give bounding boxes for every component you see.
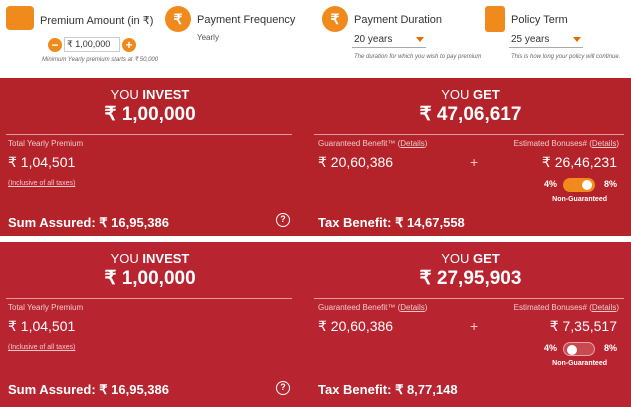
you-invest-label: YOU INVEST: [110, 87, 190, 102]
payment-duration-title: Payment Duration: [354, 14, 443, 26]
guaranteed-details-link[interactable]: Details: [400, 303, 424, 312]
calculator-controls: Premium Amount (in ₹) − + Minimum Yearly…: [0, 0, 631, 78]
policy-term-note: This is how long your policy will contin…: [511, 54, 621, 60]
tax-benefit: Tax Benefit: ₹ 14,67,558: [318, 215, 465, 230]
get-amount: ₹ 47,06,617: [419, 104, 522, 125]
bonus-rate-toggle: 4% 8%: [527, 342, 617, 356]
hand-money-icon: [6, 6, 34, 30]
chevron-down-icon: [416, 37, 424, 42]
chevron-down-icon: [573, 37, 581, 42]
result-panel-1: YOU INVEST ₹ 1,00,000 Total Yearly Premi…: [0, 78, 631, 236]
policy-term-select[interactable]: 25 years: [509, 32, 583, 48]
non-guaranteed-label: Non-Guaranteed: [552, 196, 607, 203]
rate-switch[interactable]: [563, 342, 595, 356]
plus-sign: +: [470, 318, 479, 334]
bonus-rate-toggle: 4% 8%: [527, 178, 617, 192]
rupee-hourglass-icon: ₹: [322, 6, 348, 32]
policy-term-title: Policy Term: [511, 14, 568, 26]
total-yearly-premium-value: ₹ 1,04,501: [8, 318, 76, 334]
premium-amount-input[interactable]: [64, 37, 120, 52]
you-invest-label: YOU INVEST: [110, 251, 190, 266]
inclusive-taxes-link[interactable]: (Inclusive of all taxes): [8, 344, 75, 351]
get-column: YOU GET ₹ 27,95,903 Guaranteed Benefit™ …: [310, 242, 631, 407]
sum-assured: Sum Assured: ₹ 16,95,386: [8, 382, 169, 397]
non-guaranteed-label: Non-Guaranteed: [552, 360, 607, 367]
divider: [314, 134, 624, 135]
total-yearly-premium-value: ₹ 1,04,501: [8, 154, 76, 170]
payment-frequency-title: Payment Frequency: [197, 14, 296, 26]
you-get-label: YOU GET: [441, 87, 500, 102]
payment-duration-select[interactable]: 20 years: [352, 32, 426, 48]
policy-term-value: 25 years: [511, 34, 550, 45]
premium-amount-title: Premium Amount (in ₹): [40, 15, 154, 27]
guaranteed-benefit-value: ₹ 20,60,386: [318, 318, 394, 334]
switch-knob: [582, 180, 592, 190]
premium-decrease-button[interactable]: −: [48, 38, 62, 52]
estimated-bonuses-value: ₹ 7,35,517: [549, 318, 617, 334]
info-icon[interactable]: ?: [276, 381, 290, 395]
bonus-details-link[interactable]: Details: [592, 139, 616, 148]
total-yearly-premium-label: Total Yearly Premium: [8, 303, 84, 312]
you-get-label: YOU GET: [441, 251, 500, 266]
divider: [6, 134, 292, 135]
estimated-bonuses-label: Estimated Bonuses# (Details): [513, 139, 619, 148]
estimated-bonuses-value: ₹ 26,46,231: [541, 154, 617, 170]
sum-assured: Sum Assured: ₹ 16,95,386: [8, 215, 169, 230]
invest-column: YOU INVEST ₹ 1,00,000 Total Yearly Premi…: [0, 242, 300, 407]
total-yearly-premium-label: Total Yearly Premium: [8, 139, 84, 148]
get-column: YOU GET ₹ 47,06,617 Guaranteed Benefit™ …: [310, 78, 631, 236]
payment-duration-value: 20 years: [354, 34, 393, 45]
plus-sign: +: [470, 154, 479, 170]
premium-min-note: Minimum Yearly premium starts at ₹ 50,00…: [42, 57, 159, 63]
estimated-bonuses-label: Estimated Bonuses# (Details): [513, 303, 619, 312]
guaranteed-benefit-value: ₹ 20,60,386: [318, 154, 394, 170]
rate-high-label: 8%: [603, 343, 617, 353]
rate-switch[interactable]: [563, 178, 595, 192]
invest-amount: ₹ 1,00,000: [104, 104, 196, 125]
inclusive-taxes-link[interactable]: (Inclusive of all taxes): [8, 180, 75, 187]
invest-amount: ₹ 1,00,000: [104, 268, 196, 289]
divider: [6, 298, 292, 299]
lock-icon: [485, 6, 505, 32]
rate-high-label: 8%: [603, 179, 617, 189]
guaranteed-benefit-label: Guaranteed Benefit™ (Details): [318, 139, 428, 148]
guaranteed-details-link[interactable]: Details: [400, 139, 424, 148]
result-panel-2: YOU INVEST ₹ 1,00,000 Total Yearly Premi…: [0, 242, 631, 407]
tax-benefit: Tax Benefit: ₹ 8,77,148: [318, 382, 458, 397]
get-amount: ₹ 27,95,903: [419, 268, 522, 289]
rate-low-label: 4%: [543, 179, 557, 189]
divider: [314, 298, 624, 299]
premium-increase-button[interactable]: +: [122, 38, 136, 52]
rupee-cycle-icon: ₹: [165, 6, 191, 32]
rate-low-label: 4%: [543, 343, 557, 353]
payment-frequency-value: Yearly: [197, 33, 219, 42]
payment-duration-note: The duration for which you wish to pay p…: [354, 54, 482, 60]
guaranteed-benefit-label: Guaranteed Benefit™ (Details): [318, 303, 428, 312]
invest-column: YOU INVEST ₹ 1,00,000 Total Yearly Premi…: [0, 78, 300, 236]
info-icon[interactable]: ?: [276, 213, 290, 227]
switch-knob: [567, 345, 577, 355]
bonus-details-link[interactable]: Details: [592, 303, 616, 312]
